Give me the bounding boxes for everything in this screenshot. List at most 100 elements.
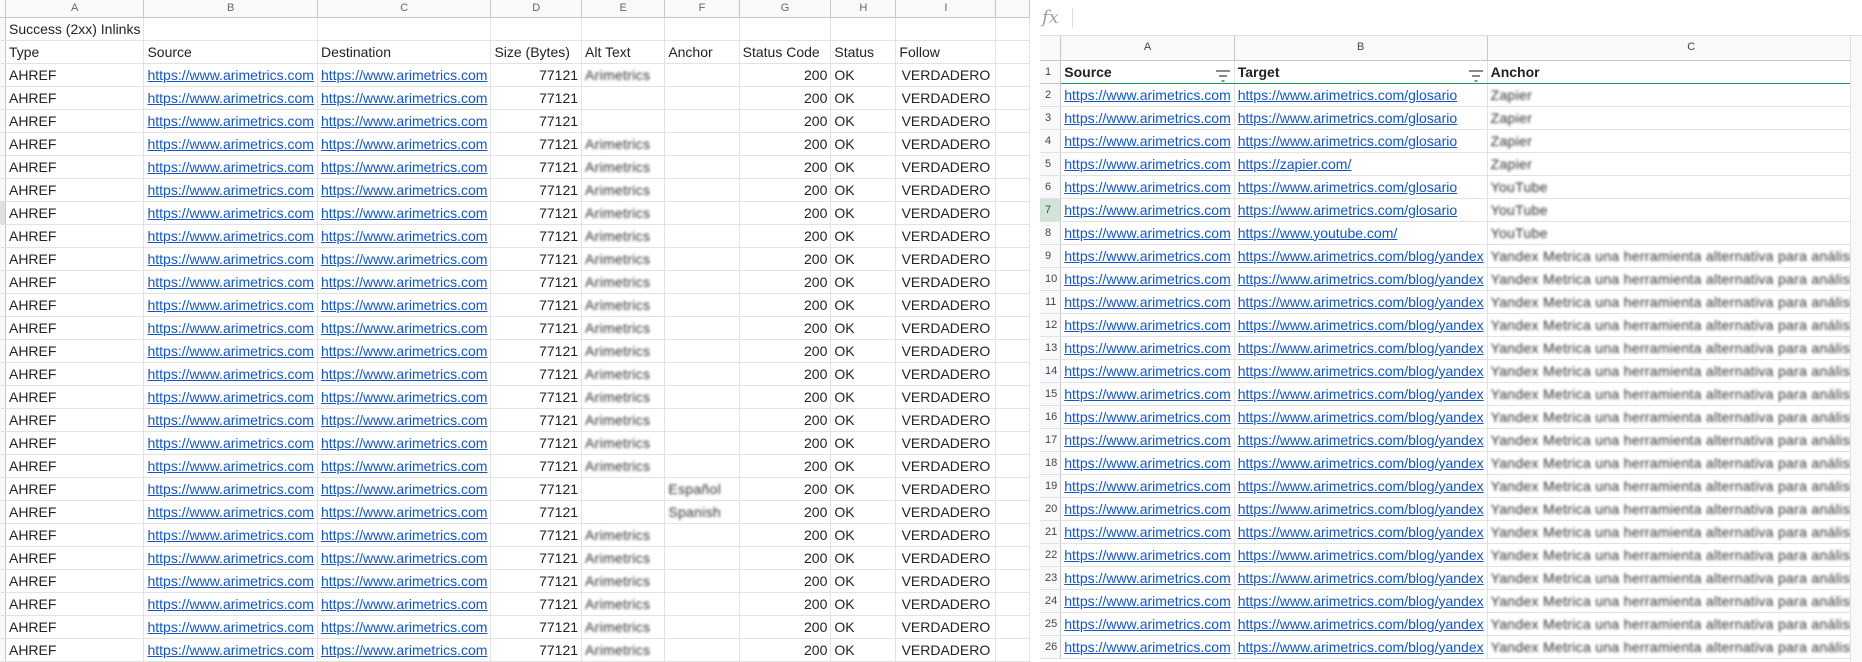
source-link-cell[interactable]: https://www.arimetrics.com	[1060, 451, 1235, 475]
cell[interactable]	[664, 408, 740, 432]
target-link-cell[interactable]: https://www.arimetrics.com/blog/yandex	[1234, 313, 1488, 337]
column-header-C[interactable]: C	[1487, 36, 1862, 61]
anchor-cell[interactable]: Yandex Metrica una herramienta alternati…	[1487, 382, 1862, 406]
row-number[interactable]: 16	[1040, 405, 1062, 429]
cell[interactable]	[664, 638, 740, 662]
anchor-cell[interactable]: Yandex Metrica una herramienta alternati…	[1487, 497, 1862, 521]
empty-cell[interactable]	[995, 454, 1030, 478]
target-link-cell[interactable]: https://www.arimetrics.com/blog/yandex	[1234, 267, 1488, 291]
link-cell[interactable]: https://www.arimetrics.com	[317, 546, 492, 570]
cell[interactable]: AHREF	[5, 316, 145, 340]
link-cell[interactable]: https://www.arimetrics.com	[317, 477, 492, 501]
link-cell[interactable]: https://www.arimetrics.com	[317, 132, 492, 156]
cell[interactable]: VERDADERO	[895, 362, 997, 386]
row-number[interactable]: 6	[1040, 175, 1062, 199]
empty-cell[interactable]	[995, 431, 1030, 455]
link-cell[interactable]: https://www.arimetrics.com	[143, 293, 318, 317]
source-link-cell[interactable]: https://www.arimetrics.com	[1060, 198, 1235, 222]
cell[interactable]: 77121	[490, 569, 583, 593]
empty-cell[interactable]	[995, 339, 1030, 363]
source-link-cell[interactable]: https://www.arimetrics.com	[1060, 106, 1235, 130]
cell[interactable]	[664, 224, 740, 248]
cell[interactable]: 200	[739, 270, 832, 294]
row-number[interactable]: 4	[1040, 129, 1062, 153]
cell[interactable]: OK	[830, 132, 897, 156]
cell[interactable]: 200	[739, 385, 832, 409]
link-cell[interactable]: https://www.arimetrics.com	[143, 224, 318, 248]
cell[interactable]: VERDADERO	[895, 592, 997, 616]
cell[interactable]: 77121	[490, 63, 583, 87]
cell[interactable]: VERDADERO	[895, 523, 997, 547]
cell[interactable]	[664, 109, 740, 133]
cell[interactable]: Arimetrics	[581, 293, 666, 317]
source-link-cell[interactable]: https://www.arimetrics.com	[1060, 290, 1235, 314]
source-link-cell[interactable]: https://www.arimetrics.com	[1060, 336, 1235, 360]
row-number[interactable]: 19	[1040, 474, 1062, 498]
target-link-cell[interactable]: https://www.arimetrics.com/blog/yandex	[1234, 451, 1488, 475]
target-link-cell[interactable]: https://www.arimetrics.com/blog/yandex	[1234, 497, 1488, 521]
link-cell[interactable]: https://www.arimetrics.com	[317, 339, 492, 363]
source-link-cell[interactable]: https://www.arimetrics.com	[1060, 221, 1235, 245]
cell[interactable]: AHREF	[5, 523, 145, 547]
empty-cell[interactable]	[995, 63, 1030, 87]
cell[interactable]: 77121	[490, 270, 583, 294]
cell[interactable]: VERDADERO	[895, 201, 997, 225]
cell[interactable]	[664, 293, 740, 317]
cell[interactable]: AHREF	[5, 178, 145, 202]
link-cell[interactable]: https://www.arimetrics.com	[143, 431, 318, 455]
cell[interactable]: VERDADERO	[895, 408, 997, 432]
link-cell[interactable]: https://www.arimetrics.com	[143, 63, 318, 87]
cell[interactable]: OK	[830, 431, 897, 455]
filter-icon[interactable]	[1468, 66, 1483, 82]
anchor-cell[interactable]: YouTube	[1487, 221, 1862, 245]
cell[interactable]: AHREF	[5, 385, 145, 409]
cell[interactable]: 200	[739, 477, 832, 501]
link-cell[interactable]: https://www.arimetrics.com	[317, 454, 492, 478]
target-link-cell[interactable]: https://www.arimetrics.com/blog/yandex	[1234, 520, 1488, 544]
target-link-cell[interactable]: https://www.arimetrics.com/blog/yandex	[1234, 612, 1488, 636]
link-cell[interactable]: https://www.arimetrics.com	[143, 523, 318, 547]
formula-input[interactable]	[1073, 0, 1862, 35]
empty-cell[interactable]	[995, 592, 1030, 616]
cell[interactable]: OK	[830, 523, 897, 547]
cell[interactable]: VERDADERO	[895, 178, 997, 202]
source-link-cell[interactable]: https://www.arimetrics.com	[1060, 382, 1235, 406]
link-cell[interactable]: https://www.arimetrics.com	[143, 569, 318, 593]
cell[interactable]: 200	[739, 201, 832, 225]
target-link-cell[interactable]: https://www.arimetrics.com/blog/yandex	[1234, 405, 1488, 429]
link-cell[interactable]: https://www.arimetrics.com	[317, 362, 492, 386]
anchor-cell[interactable]: Yandex Metrica una herramienta alternati…	[1487, 612, 1862, 636]
empty-cell[interactable]	[995, 362, 1030, 386]
anchor-cell[interactable]: Yandex Metrica una herramienta alternati…	[1487, 428, 1862, 452]
column-header-A[interactable]: A	[1060, 36, 1235, 61]
cell[interactable]: 200	[739, 247, 832, 271]
cell[interactable]	[664, 155, 740, 179]
cell[interactable]: 200	[739, 408, 832, 432]
header-cell[interactable]: Size (Bytes)	[490, 40, 583, 64]
cell[interactable]	[664, 339, 740, 363]
empty-cell[interactable]	[995, 155, 1030, 179]
row-number[interactable]: 3	[1040, 106, 1062, 130]
cell[interactable]: 77121	[490, 155, 583, 179]
target-link-cell[interactable]: https://www.arimetrics.com/blog/yandex	[1234, 566, 1488, 590]
cell[interactable]: 200	[739, 178, 832, 202]
target-link-cell[interactable]: https://www.arimetrics.com/blog/yandex	[1234, 428, 1488, 452]
cell[interactable]: Arimetrics	[581, 132, 666, 156]
column-header-H[interactable]: H	[830, 0, 897, 18]
anchor-cell[interactable]: Yandex Metrica una herramienta alternati…	[1487, 474, 1862, 498]
cell[interactable]: VERDADERO	[895, 454, 997, 478]
anchor-cell[interactable]: Yandex Metrica una herramienta alternati…	[1487, 405, 1862, 429]
cell[interactable]: 200	[739, 638, 832, 662]
cell[interactable]	[664, 385, 740, 409]
target-link-cell[interactable]: https://www.arimetrics.com/blog/yandex	[1234, 543, 1488, 567]
column-header-D[interactable]: D	[490, 0, 583, 18]
link-cell[interactable]: https://www.arimetrics.com	[143, 86, 318, 110]
cell[interactable]: OK	[830, 247, 897, 271]
cell[interactable]: Arimetrics	[581, 155, 666, 179]
cell[interactable]: Arimetrics	[581, 247, 666, 271]
link-cell[interactable]: https://www.arimetrics.com	[143, 178, 318, 202]
cell[interactable]: VERDADERO	[895, 109, 997, 133]
cell[interactable]: 77121	[490, 408, 583, 432]
empty-cell[interactable]	[995, 247, 1030, 271]
anchor-cell[interactable]: Yandex Metrica una herramienta alternati…	[1487, 267, 1862, 291]
